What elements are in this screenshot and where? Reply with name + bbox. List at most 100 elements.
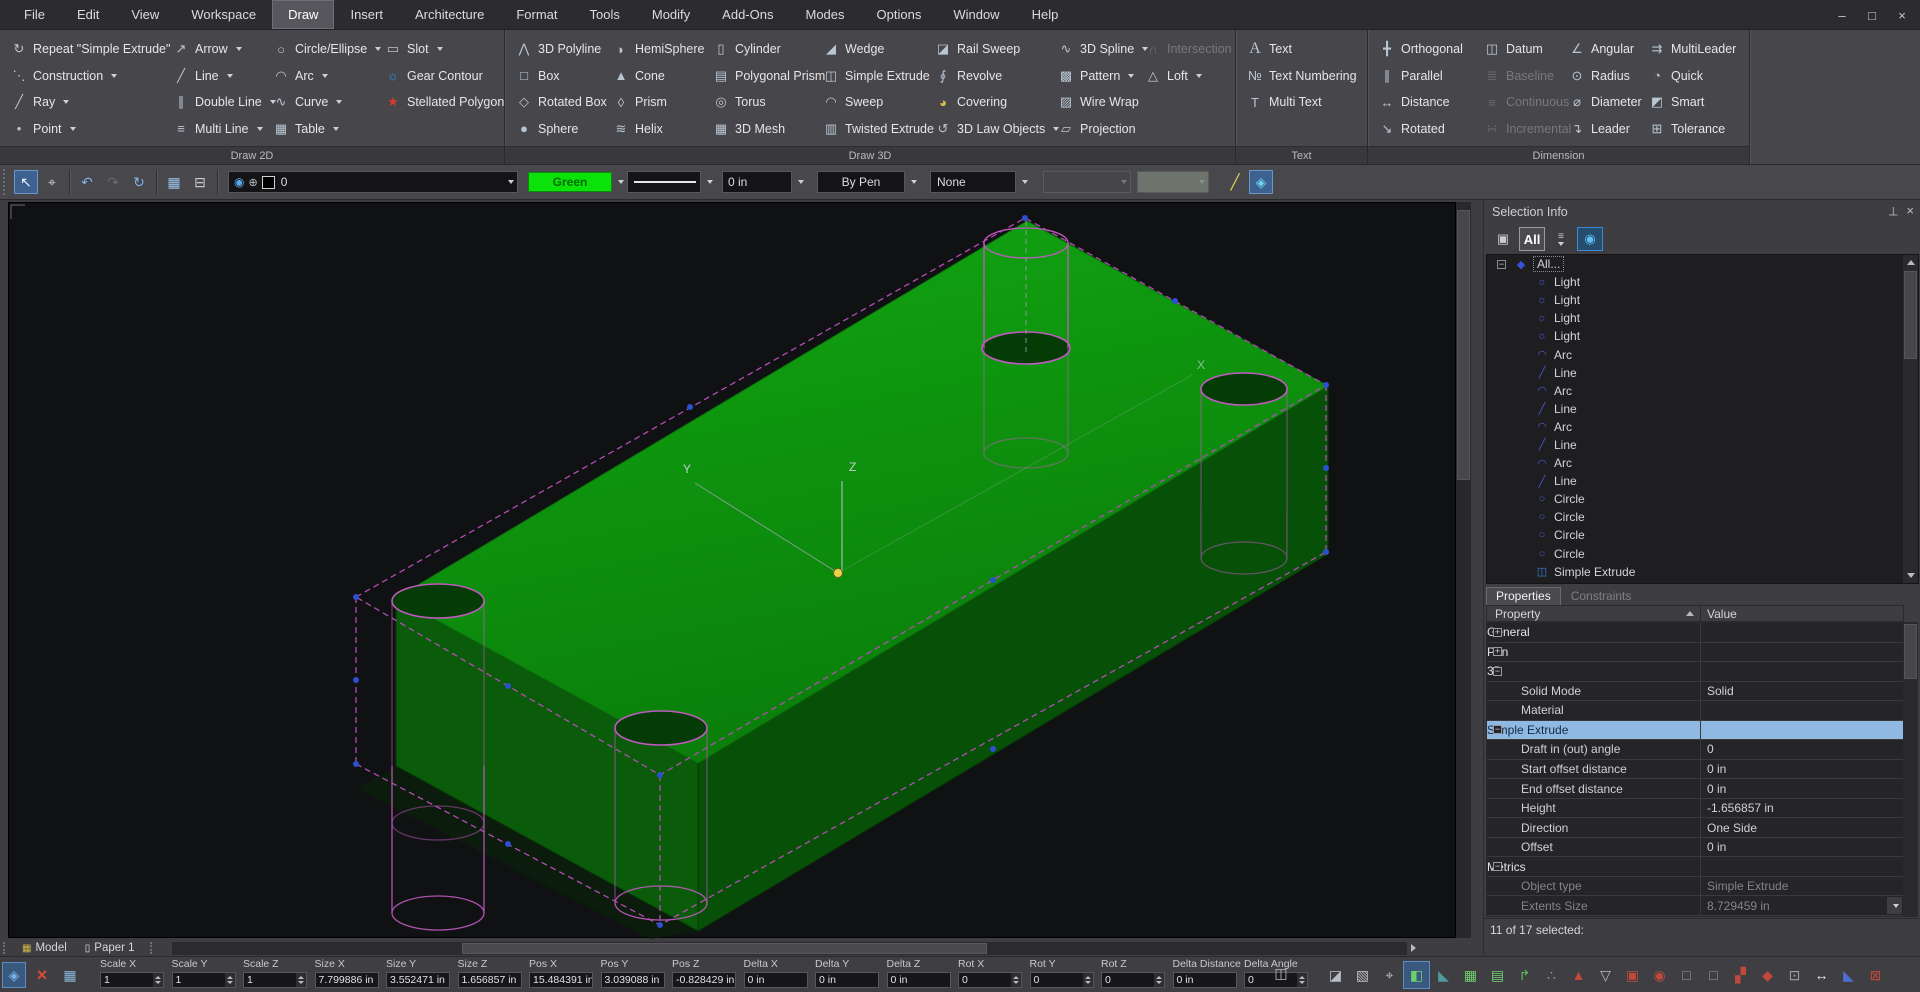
ribbon-item-twisted-extrude[interactable]: ▥Twisted Extrude [818, 116, 930, 143]
tree-item-arc[interactable]: ◠Arc [1487, 454, 1918, 472]
ribbon-item-gear-contour[interactable]: ☼Gear Contour [380, 63, 504, 90]
ribbon-item-datum[interactable]: ◫Datum [1479, 36, 1564, 63]
status-field-input[interactable]: 1 [243, 972, 307, 988]
ribbon-item-pattern[interactable]: ▩Pattern [1053, 63, 1140, 90]
property-row-simple-extrude[interactable]: −Simple Extrude [1487, 721, 1903, 741]
filter-icon[interactable]: ≡ [1548, 227, 1574, 251]
ribbon-item-text-numbering[interactable]: №Text Numbering [1242, 63, 1367, 90]
no-entity-icon[interactable]: ⊠ [1862, 961, 1889, 989]
tree-item-light[interactable]: ☼Light [1487, 327, 1918, 345]
expander-icon[interactable]: − [1493, 667, 1502, 676]
status-field-input[interactable]: -0.828429 in [672, 972, 736, 988]
property-column-header[interactable]: Property [1487, 606, 1701, 621]
status-field-input[interactable]: 1.656857 in [458, 972, 522, 988]
property-row-object-type[interactable]: Object typeSimple Extrude [1487, 877, 1903, 897]
property-row-start-offset-distance[interactable]: Start offset distance0 in [1487, 760, 1903, 780]
spinner-icon[interactable] [1083, 973, 1093, 987]
status-field-input[interactable]: 0 in [1173, 972, 1237, 988]
tree-scrollbar[interactable] [1903, 255, 1918, 583]
tree-scroll-up[interactable] [1903, 255, 1918, 270]
frame-a-icon[interactable]: □ [1673, 961, 1700, 989]
layers-button[interactable]: ⊟ [188, 170, 212, 194]
tree-item-arc[interactable]: ◠Arc [1487, 418, 1918, 436]
ribbon-item-3d-mesh[interactable]: ▦3D Mesh [708, 116, 818, 143]
ribbon-item-stellated-polygon[interactable]: ★Stellated Polygon [380, 89, 504, 116]
reference-point-handle[interactable] [834, 569, 843, 578]
undo-button[interactable]: ↶ [75, 170, 99, 194]
tab-properties[interactable]: Properties [1486, 587, 1561, 605]
ribbon-item-3d-law-objects[interactable]: ↺3D Law Objects [930, 116, 1053, 143]
ribbon-item-multileader[interactable]: ⇉MultiLeader [1644, 36, 1749, 63]
shape-snap-icon[interactable]: ▤ [1484, 961, 1511, 989]
ribbon-item-loft[interactable]: △Loft [1140, 63, 1235, 90]
menu-item-edit[interactable]: Edit [61, 0, 115, 29]
property-row-material[interactable]: Material [1487, 701, 1903, 721]
expander-icon[interactable]: − [1497, 260, 1506, 269]
status-field-input[interactable]: 0 in [887, 972, 951, 988]
tree-item-line[interactable]: ╱Line [1487, 472, 1918, 490]
repeat-button[interactable]: ↻ [127, 170, 151, 194]
ribbon-item-cone[interactable]: ▲Cone [608, 63, 708, 90]
center-snap-icon[interactable]: ◉ [1646, 961, 1673, 989]
flip-view-icon[interactable]: ↔ [1808, 961, 1835, 989]
tree-item-light[interactable]: ☼Light [1487, 291, 1918, 309]
strip-grip[interactable] [3, 942, 10, 954]
format-painter-icon[interactable]: ◈ [1249, 170, 1273, 194]
menu-item-add-ons[interactable]: Add-Ons [706, 0, 789, 29]
status-field-input[interactable]: 0 in [744, 972, 808, 988]
menu-item-modes[interactable]: Modes [789, 0, 860, 29]
menu-item-modify[interactable]: Modify [636, 0, 706, 29]
ribbon-item-wedge[interactable]: ◢Wedge [818, 36, 930, 63]
ribbon-item-ray[interactable]: ╱Ray [6, 89, 168, 116]
grid-scrollbar[interactable] [1903, 622, 1918, 917]
line-width-combo[interactable]: 0 in [722, 171, 792, 193]
tree-item-line[interactable]: ╱Line [1487, 436, 1918, 454]
ortho-mode-icon[interactable]: ◣ [1430, 961, 1457, 989]
fill-combo[interactable]: None [930, 171, 1016, 193]
grid-scroll-thumb[interactable] [1904, 624, 1917, 679]
hatch-toggle-icon[interactable]: ▧ [1349, 961, 1376, 989]
grid-snap-icon[interactable]: ▦ [1457, 961, 1484, 989]
ribbon-item-angular[interactable]: ∠Angular [1564, 36, 1644, 63]
status-field-input[interactable]: 1 [100, 972, 164, 988]
ribbon-item-tolerance[interactable]: ⊞Tolerance [1644, 116, 1749, 143]
render-scheme-icon[interactable]: ◪ [1322, 961, 1349, 989]
node-edit-tool[interactable]: ⌖ [40, 170, 64, 194]
spinner-icon[interactable] [225, 973, 235, 987]
strip-grip-2[interactable] [150, 942, 157, 954]
value-dropdown-button[interactable] [1887, 897, 1902, 914]
tree-scroll-thumb[interactable] [1904, 271, 1917, 359]
property-row-3d[interactable]: −3D [1487, 662, 1903, 682]
menu-item-draw[interactable]: Draw [272, 0, 334, 29]
ribbon-item-diameter[interactable]: ⌀Diameter [1564, 89, 1644, 116]
ribbon-item-covering[interactable]: ◕Covering [930, 89, 1053, 116]
panel-close-icon[interactable]: × [1906, 203, 1914, 218]
property-row-solid-mode[interactable]: Solid ModeSolid [1487, 682, 1903, 702]
selection-info-button[interactable]: ▦ [162, 170, 186, 194]
vertical-scrollbar-thumb[interactable] [1457, 210, 1470, 480]
status-field-input[interactable]: 7.799886 in [315, 972, 379, 988]
ribbon-item-rotated-box[interactable]: ◇Rotated Box [511, 89, 608, 116]
ribbon-item-torus[interactable]: ◎Torus [708, 89, 818, 116]
property-row-offset[interactable]: Offset0 in [1487, 838, 1903, 858]
ribbon-item-3d-spline[interactable]: ∿3D Spline [1053, 36, 1140, 63]
select-tool[interactable]: ↖ [14, 170, 38, 194]
ribbon-item-box[interactable]: □Box [511, 63, 608, 90]
menu-item-architecture[interactable]: Architecture [399, 0, 500, 29]
spinner-icon[interactable] [1011, 973, 1021, 987]
ribbon-item-smart[interactable]: ◩Smart [1644, 89, 1749, 116]
corner-mark-icon[interactable]: ◣ [1835, 961, 1862, 989]
model-viewport[interactable]: Y Z X [8, 202, 1456, 938]
pen-combo-arrow[interactable] [905, 172, 920, 192]
status-field-input[interactable]: 0 [958, 972, 1022, 988]
expander-icon[interactable]: + [1493, 628, 1502, 637]
color-combo-arrow[interactable] [612, 172, 627, 192]
value-column-header[interactable]: Value [1701, 606, 1903, 621]
property-row-draft-in-out-angle[interactable]: Draft in (out) angle0 [1487, 740, 1903, 760]
property-row-metrics[interactable]: −Metrics [1487, 857, 1903, 877]
ribbon-item-construction[interactable]: ⋱Construction [6, 63, 168, 90]
expander-icon[interactable]: − [1493, 862, 1502, 871]
pick-tool-icon[interactable]: ⌖ [1376, 961, 1403, 989]
lock-grid-icon[interactable]: ⊡ [1781, 961, 1808, 989]
tree-item-arc[interactable]: ◠Arc [1487, 382, 1918, 400]
